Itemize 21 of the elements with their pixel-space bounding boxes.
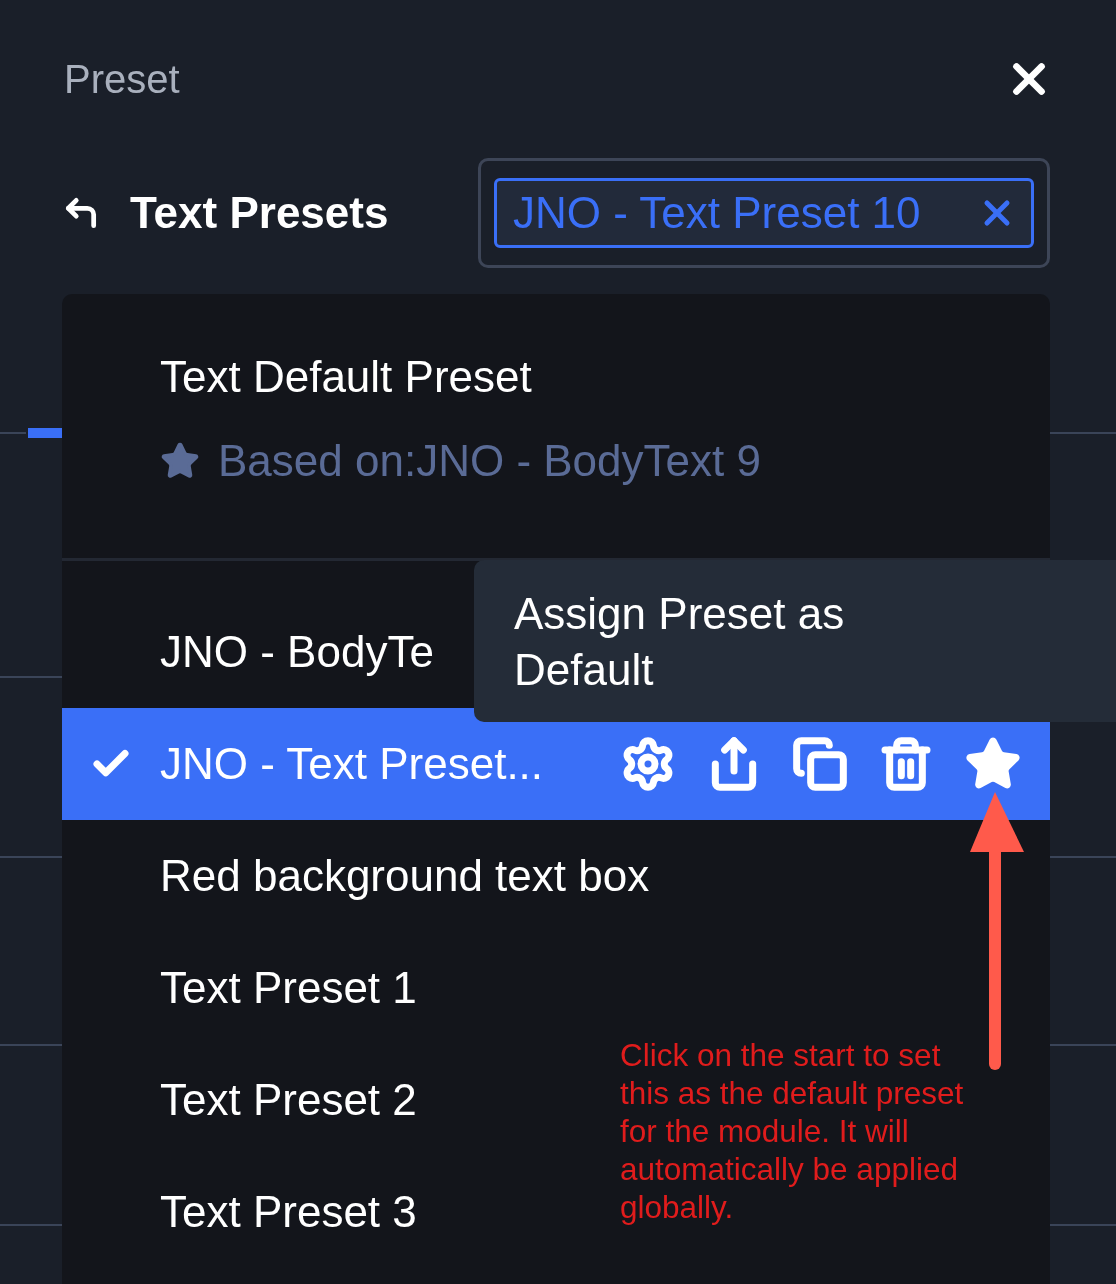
duplicate-button[interactable] [792,736,848,792]
preset-item[interactable]: Text Preset 2 [62,1044,445,1156]
based-on-text: Based on:JNO - BodyText 9 [218,436,761,486]
preset-item[interactable]: Red background text box [62,820,678,932]
preset-item[interactable]: Text Preset 3 [62,1156,445,1268]
back-button[interactable]: Text Presets [62,188,389,238]
preset-label: Text Preset 2 [160,1075,417,1125]
preset-label: Text Preset 1 [160,963,417,1013]
default-preset-title: Text Default Preset [160,352,533,402]
preset-item[interactable]: Text Preset 1 [62,932,445,1044]
tooltip: Assign Preset as Default [474,560,1116,722]
preset-label: Text Preset 3 [160,1187,417,1237]
preset-label: JNO - BodyTe [160,627,434,677]
star-icon [160,441,200,481]
preset-item[interactable]: JNO - BodyTe [62,596,462,708]
annotation-text: Click on the start to set this as the default preset for the module. It will automatically be applied globally. [620,1036,965,1226]
preset-item[interactable]: JNO - Text Preset... [62,708,1050,820]
panel-title: Preset [64,56,180,102]
preset-label: JNO - Text Preset... [160,739,544,789]
active-indicator [28,428,62,438]
preset-label: Red background text box [160,851,650,901]
